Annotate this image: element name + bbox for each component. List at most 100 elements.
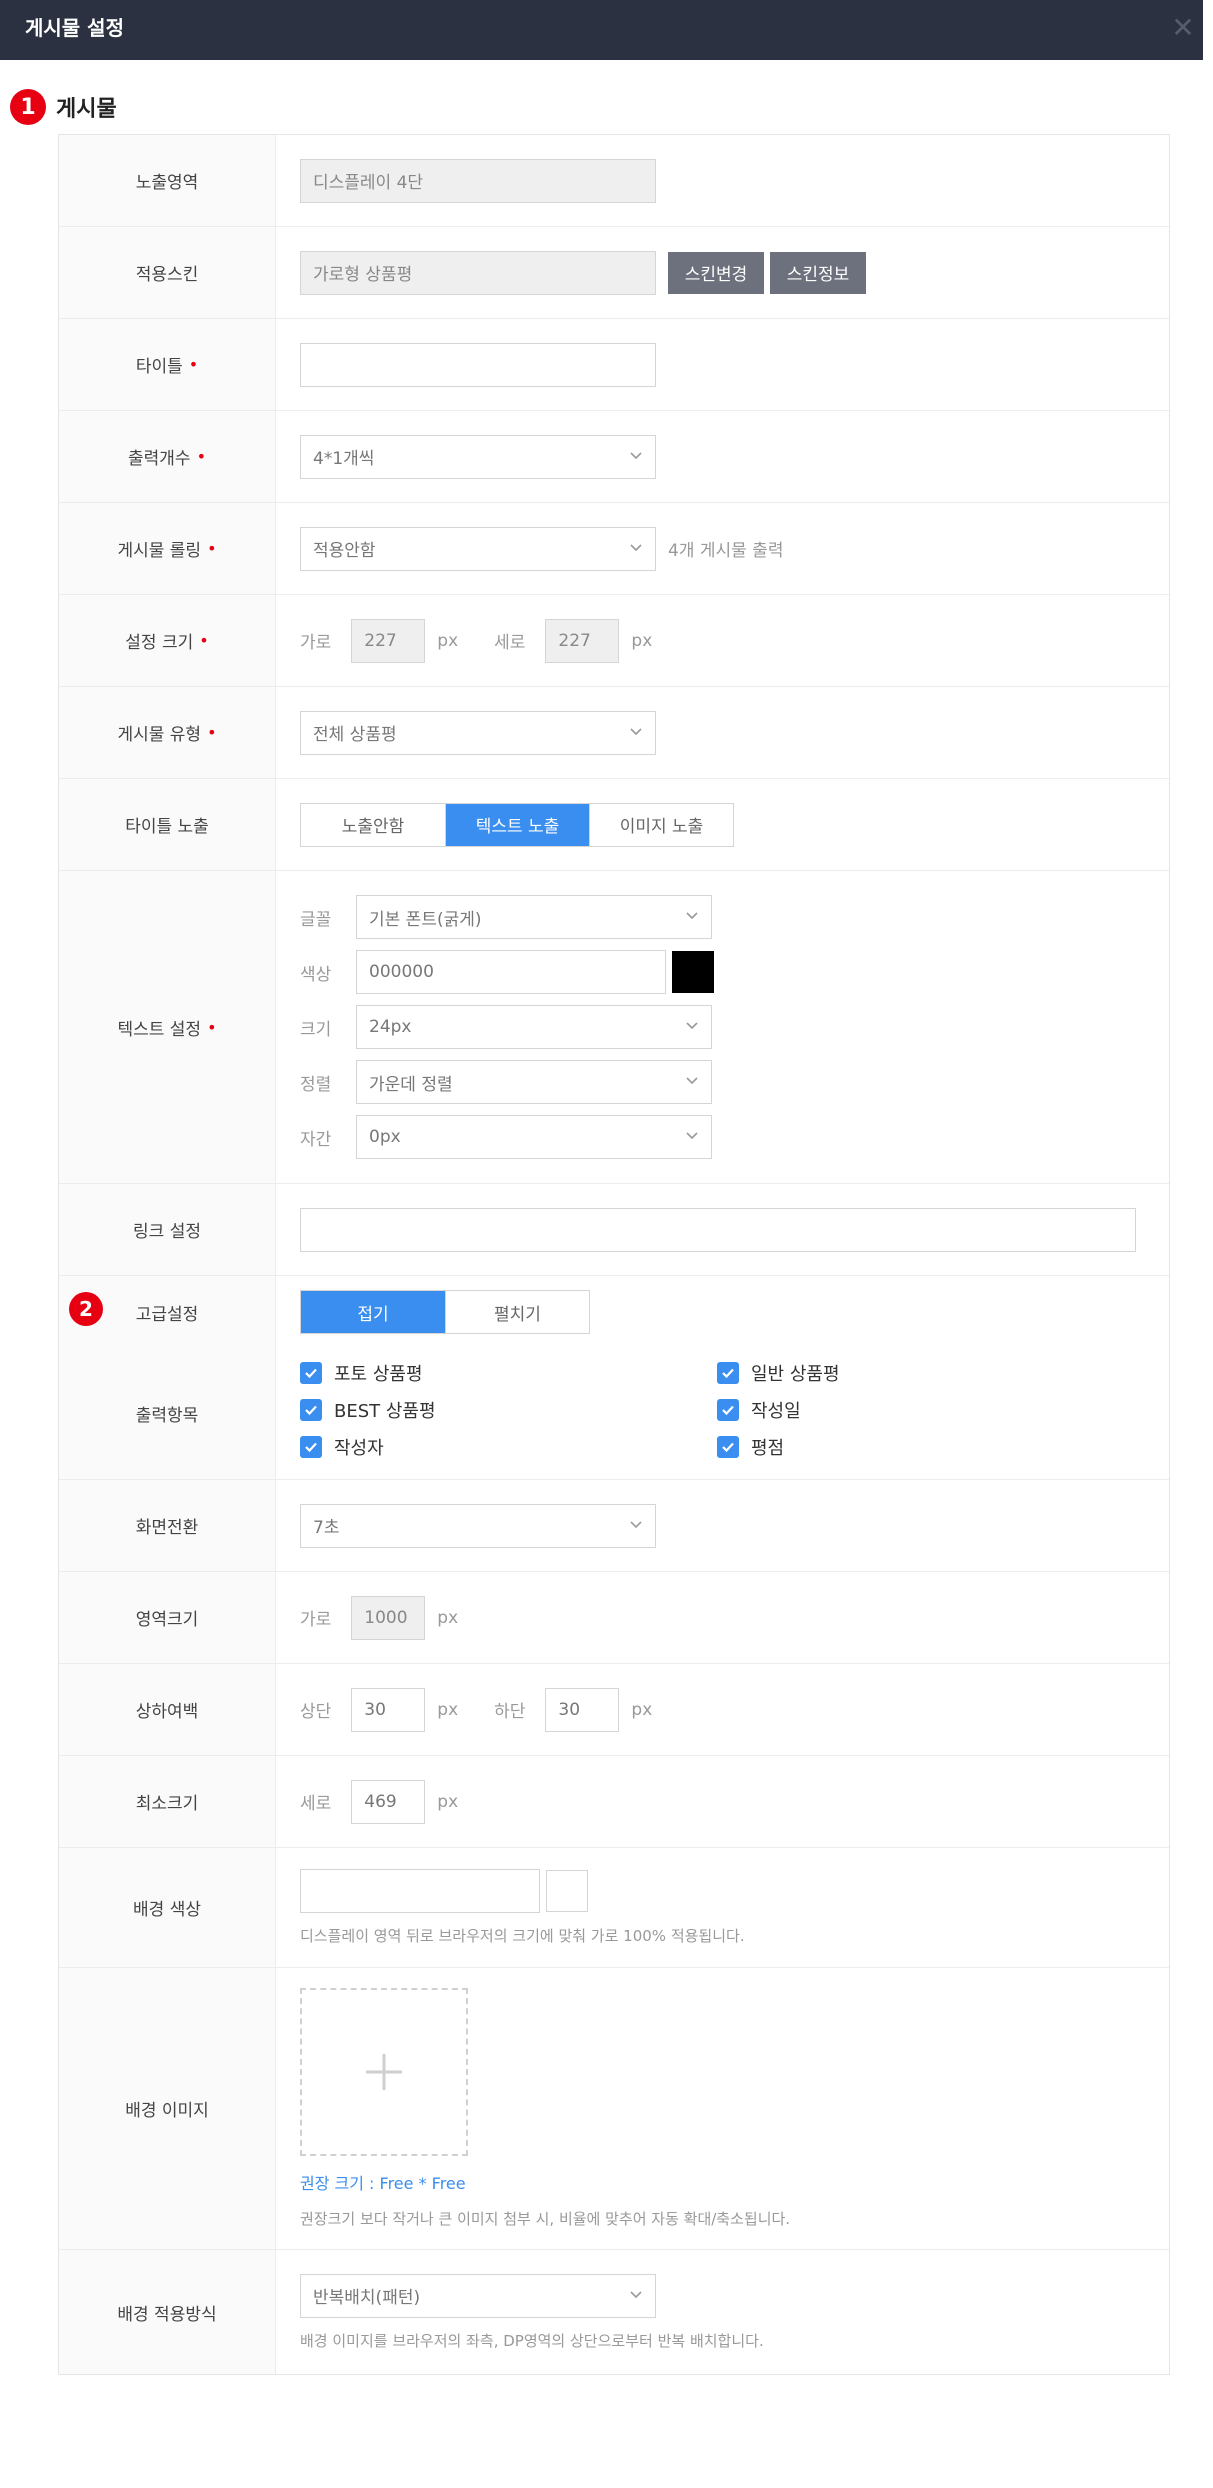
row-bg-color: 배경 색상 디스플레이 영역 뒤로 브라우저의 크기에 맞춰 가로 100% 적… [59,1848,1169,1968]
spacing-label: 자간 [300,1129,332,1150]
top-label: 상단 [300,1702,332,1722]
row-label: 최소크기 [59,1756,276,1847]
height-label: 세로 [300,1794,332,1814]
row-label: 상하여백 [59,1664,276,1755]
chevron-down-icon [630,543,642,551]
tab-no-display[interactable]: 노출안함 [301,803,445,846]
width-label: 가로 [300,633,332,653]
tab-text-display[interactable]: 텍스트 노출 [445,803,589,846]
row-label: 타이틀 • [59,319,276,410]
row-link: 링크 설정 [59,1184,1169,1276]
rolling-select[interactable]: 적용안함 [300,526,656,571]
checkbox-rating[interactable]: 평점 [717,1434,784,1460]
size-label: 크기 [300,1019,332,1040]
color-swatch[interactable] [672,951,714,993]
plus-icon [366,2054,402,2090]
title-input[interactable] [300,342,656,387]
row-advanced: 2 고급설정 접기 펼치기 [59,1276,1169,1348]
chevron-down-icon [630,2290,642,2298]
align-select[interactable]: 가운데 정렬 [356,1060,712,1104]
row-label: 게시물 유형 • [59,687,276,778]
area-width-input[interactable]: 1000 [351,1595,426,1640]
step-badge-1: 1 [10,89,46,125]
row-rolling: 게시물 롤링 • 적용안함 4개 게시물 출력 [59,503,1169,595]
row-bg-method: 배경 적용방식 반복배치(패턴) 배경 이미지를 브라우저의 좌측, DP영역의… [59,2250,1169,2374]
row-label: 배경 적용방식 [59,2250,276,2374]
row-area-size: 영역크기 가로 1000 px [59,1572,1169,1664]
post-type-select[interactable]: 전체 상품평 [300,710,656,755]
row-label: 노출영역 [59,135,276,226]
min-height-input[interactable]: 469 [351,1779,426,1824]
check-icon [717,1399,739,1421]
row-label: 설정 크기 • [59,595,276,686]
row-text-setting: 텍스트 설정• 글꼴 기본 폰트(굵게) 색상 000000 크기 24px [59,871,1169,1184]
check-icon [300,1362,322,1384]
width-input[interactable]: 227 [351,618,426,663]
tab-image-display[interactable]: 이미지 노출 [589,803,733,846]
tab-expand[interactable]: 펼치기 [445,1291,589,1333]
required-mark: • [207,1017,217,1037]
row-size: 설정 크기 • 가로 227 px 세로 227 px [59,595,1169,687]
display-area-field: 디스플레이 4단 [300,158,656,203]
required-mark: • [207,723,217,742]
tab-collapse[interactable]: 접기 [301,1291,445,1333]
margin-top-input[interactable]: 30 [351,1687,426,1732]
row-label: 링크 설정 [59,1184,276,1275]
row-bg-image: 배경 이미지 권장 크기 : Free * Free 권장크기 보다 작거나 큰… [59,1968,1169,2250]
unit-label: px [437,1791,459,1812]
transition-select[interactable]: 7초 [300,1503,656,1548]
checkbox-date[interactable]: 작성일 [717,1397,801,1423]
window-titlebar: 게시물 설정 ✕ [0,0,1203,60]
row-label: 타이틀 노출 [59,779,276,870]
chevron-down-icon [630,1520,642,1528]
margin-bottom-input[interactable]: 30 [545,1687,620,1732]
height-label: 세로 [494,633,526,653]
unit-label: px [437,630,459,651]
chevron-down-icon [686,912,698,920]
row-label: 배경 색상 [59,1848,276,1967]
required-mark: • [188,355,199,374]
image-upload-box[interactable] [300,1988,468,2156]
bg-color-swatch[interactable] [546,1870,588,1912]
bg-color-input[interactable] [300,1869,540,1913]
row-label: 배경 이미지 [59,1968,276,2249]
row-label: 텍스트 설정 • [59,871,276,1183]
title-display-tabs: 노출안함 텍스트 노출 이미지 노출 [300,802,734,847]
required-mark: • [199,631,209,650]
font-size-select[interactable]: 24px [356,1005,712,1049]
output-count-select[interactable]: 4*1개씩 [300,434,656,479]
close-icon[interactable]: ✕ [1163,8,1203,48]
row-output-count: 출력개수 • 4*1개씩 [59,411,1169,503]
row-margin: 상하여백 상단 30 px 하단 30 px [59,1664,1169,1756]
advanced-tabs: 접기 펼치기 [300,1290,590,1334]
skin-change-button[interactable]: 스킨변경 [668,251,764,294]
skin-info-button[interactable]: 스킨정보 [770,251,866,294]
checkbox-general-review[interactable]: 일반 상품평 [717,1360,840,1386]
height-input[interactable]: 227 [545,618,620,663]
chevron-down-icon [630,727,642,735]
row-min-size: 최소크기 세로 469 px [59,1756,1169,1848]
link-input[interactable] [300,1207,1136,1252]
section-header: 1 게시물 [10,88,117,126]
row-label: 게시물 롤링 • [59,503,276,594]
row-skin: 적용스킨 가로형 상품평 스킨변경 스킨정보 [59,227,1169,319]
bg-method-select[interactable]: 반복배치(패턴) [300,2273,656,2318]
checkbox-photo-review[interactable]: 포토 상품평 [300,1360,423,1386]
check-icon [717,1362,739,1384]
color-input[interactable]: 000000 [356,950,666,994]
check-icon [300,1399,322,1421]
skin-field: 가로형 상품평 [300,250,656,295]
unit-label: px [631,630,653,651]
checkbox-best-review[interactable]: BEST 상품평 [300,1397,436,1423]
chevron-down-icon [686,1132,698,1140]
row-title-display: 타이틀 노출 노출안함 텍스트 노출 이미지 노출 [59,779,1169,871]
bg-image-help: 권장크기 보다 작거나 큰 이미지 첨부 시, 비율에 맞추어 자동 확대/축소… [300,2210,791,2228]
letter-spacing-select[interactable]: 0px [356,1115,712,1159]
bottom-label: 하단 [494,1702,526,1722]
row-label: 출력개수 • [59,411,276,502]
row-output-items: 출력항목 포토 상품평 일반 상품평 BEST 상품평 작성일 작성자 평점 [59,1348,1169,1480]
row-label: 출력항목 [59,1348,276,1479]
font-select[interactable]: 기본 폰트(굵게) [356,895,712,939]
checkbox-author[interactable]: 작성자 [300,1434,384,1460]
chevron-down-icon [630,451,642,459]
